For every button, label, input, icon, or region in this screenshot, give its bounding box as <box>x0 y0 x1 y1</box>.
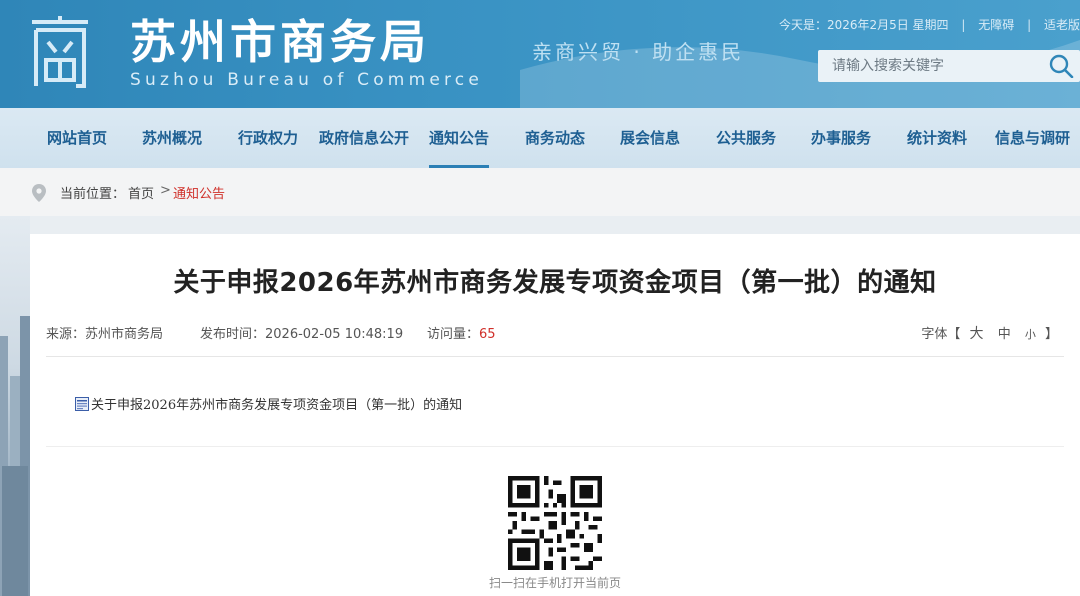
nav-item-notices[interactable]: 通知公告 <box>429 108 490 168</box>
font-small-button[interactable]: 小 <box>1025 328 1036 341</box>
nav-item-exhibitions[interactable]: 展会信息 <box>620 108 680 168</box>
site-slogan: 亲商兴贸 · 助企惠民 <box>532 40 745 64</box>
qr-caption: 扫一扫在手机打开当前页 <box>488 576 621 590</box>
attachment-link[interactable]: 关于申报2026年苏州市商务发展专项资金项目（第一批）的通知 <box>75 394 462 413</box>
divider: | <box>961 18 966 32</box>
nav-item-public-services[interactable]: 公共服务 <box>716 108 776 168</box>
elderly-mode-link[interactable]: 适老版 <box>1044 16 1080 33</box>
current-date: 今天是：2026年2月5日 星期四 <box>778 18 949 32</box>
nav-item-statistics[interactable]: 统计资料 <box>907 108 967 168</box>
source-label: 来源： <box>46 327 86 342</box>
article-views: 访问量：65 <box>427 323 496 342</box>
font-large-button[interactable]: 大 <box>970 326 984 342</box>
location-pin-icon <box>32 184 46 202</box>
search-input[interactable] <box>818 50 1044 82</box>
article-card: 关于申报2026年苏州市商务发展专项资金项目（第一批）的通知 来源：苏州市商务局… <box>30 234 1080 596</box>
top-info-bar: 今天是：2026年2月5日 星期四 | 无障碍 | 适老版 <box>779 16 1080 33</box>
views-count: 65 <box>479 327 496 342</box>
nav-item-suzhou-overview[interactable]: 苏州概况 <box>142 108 202 168</box>
background-skyline-image <box>0 216 30 596</box>
site-name-english: Suzhou Bureau of Commerce <box>130 70 484 90</box>
breadcrumb-current-link[interactable]: 通知公告 <box>173 183 225 202</box>
font-size-end: 】 <box>1044 327 1058 342</box>
views-label: 访问量： <box>427 327 480 342</box>
nav-item-research[interactable]: 信息与调研 <box>995 108 1070 168</box>
bureau-logo-icon <box>32 16 88 88</box>
article-title: 关于申报2026年苏州市商务发展专项资金项目（第一批）的通知 <box>173 268 937 298</box>
breadcrumb-label: 当前位置： <box>60 187 126 202</box>
site-name: 苏州市商务局 <box>130 15 430 69</box>
meta-divider <box>46 356 1064 357</box>
font-size-label: 字体【 <box>921 327 961 342</box>
breadcrumb-home-link[interactable]: 首页 <box>128 183 154 202</box>
site-header: 苏州市商务局 Suzhou Bureau of Commerce 亲商兴贸 · … <box>0 0 1080 108</box>
divider: | <box>1027 18 1032 32</box>
nav-item-home[interactable]: 网站首页 <box>47 108 107 168</box>
publish-label: 发布时间： <box>200 327 266 342</box>
article-source: 来源：苏州市商务局 <box>46 323 163 342</box>
skyline-buildings-icon <box>0 316 30 596</box>
source-value: 苏州市商务局 <box>85 327 164 342</box>
nav-item-administrative-power[interactable]: 行政权力 <box>238 108 298 168</box>
qr-code-icon <box>508 476 602 570</box>
main-nav: 网站首页 苏州概况 行政权力 政府信息公开 通知公告 商务动态 展会信息 公共服… <box>0 108 1080 168</box>
nav-item-government-info[interactable]: 政府信息公开 <box>319 108 409 168</box>
nav-item-business-news[interactable]: 商务动态 <box>525 108 585 168</box>
breadcrumb-separator: > <box>160 183 171 198</box>
accessibility-link[interactable]: 无障碍 <box>978 16 1014 33</box>
nav-item-online-services[interactable]: 办事服务 <box>811 108 871 168</box>
breadcrumb: 当前位置： 首页 > 通知公告 <box>0 168 1080 216</box>
article-publish-time: 发布时间：2026-02-05 10:48:19 <box>200 323 403 342</box>
font-medium-button[interactable]: 中 <box>998 327 1011 342</box>
search-box <box>818 50 1080 82</box>
search-icon[interactable] <box>1048 54 1074 78</box>
document-icon <box>75 397 89 411</box>
content-divider <box>46 446 1064 447</box>
font-size-selector: 字体【 大 中 小 】 <box>921 323 1058 343</box>
attachment-title[interactable]: 关于申报2026年苏州市商务发展专项资金项目（第一批）的通知 <box>91 398 462 413</box>
publish-value: 2026-02-05 10:48:19 <box>265 327 404 342</box>
